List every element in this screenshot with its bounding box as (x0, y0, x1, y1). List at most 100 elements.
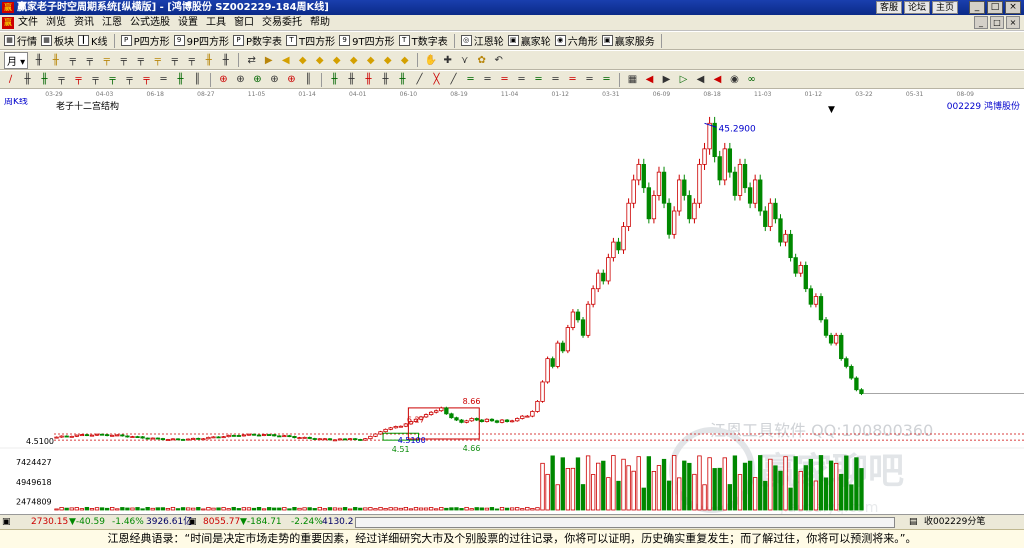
kline-chart[interactable]: 江恩工具软件 QQ:100800360赢家聊吧jiaoba.yq.com周K线老… (0, 98, 1024, 514)
draw-tool-icon[interactable]: ✋ (424, 54, 437, 67)
analysis-tool-icon[interactable]: ◉ (728, 73, 741, 86)
analysis-tool-icon[interactable]: ═ (566, 73, 579, 86)
analysis-tool-icon[interactable]: ∕ (4, 73, 17, 86)
draw-tool-icon[interactable]: ◆ (347, 54, 360, 67)
draw-tool-icon[interactable]: ╤ (83, 54, 96, 67)
forum-link[interactable]: 论坛 (903, 1, 930, 14)
menu-item-5[interactable]: 设置 (178, 15, 198, 31)
close-button[interactable]: × (1005, 1, 1021, 14)
toolbar-button-9[interactable]: ◎ 江恩轮 (460, 33, 504, 48)
menu-item-7[interactable]: 窗口 (234, 15, 254, 31)
menu-item-4[interactable]: 公式选股 (130, 15, 170, 31)
analysis-tool-icon[interactable]: ═ (515, 73, 528, 86)
draw-tool-icon[interactable]: ▶ (262, 54, 275, 67)
menu-item-9[interactable]: 帮助 (310, 15, 330, 31)
analysis-tool-icon[interactable]: ╤ (106, 73, 119, 86)
analysis-tool-icon[interactable]: ⊕ (234, 73, 247, 86)
service-link[interactable]: 客服 (875, 1, 902, 14)
draw-tool-icon[interactable]: ╫ (32, 54, 45, 67)
menu-item-3[interactable]: 江恩 (102, 15, 122, 31)
analysis-tool-icon[interactable]: ╫ (362, 73, 375, 86)
analysis-tool-icon[interactable]: ═ (157, 73, 170, 86)
analysis-tool-icon[interactable]: ╤ (89, 73, 102, 86)
analysis-tool-icon[interactable]: ⊕ (268, 73, 281, 86)
analysis-tool-icon[interactable]: ═ (532, 73, 545, 86)
toolbar-button-8[interactable]: T T数字表 (398, 33, 448, 48)
draw-tool-icon[interactable]: ╫ (202, 54, 215, 67)
draw-tool-icon[interactable]: ◆ (330, 54, 343, 67)
draw-tool-icon[interactable]: ╤ (117, 54, 130, 67)
draw-tool-icon[interactable]: ╤ (151, 54, 164, 67)
draw-tool-icon[interactable]: ⋎ (458, 54, 471, 67)
analysis-tool-icon[interactable]: ╤ (72, 73, 85, 86)
toolbar-button-4[interactable]: 9 9P四方形 (173, 33, 229, 48)
home-link[interactable]: 主页 (931, 1, 958, 14)
toolbar-button-11[interactable]: ◉ 六角形 (554, 33, 598, 48)
analysis-tool-icon[interactable]: ║ (302, 73, 315, 86)
draw-tool-icon[interactable]: ✚ (441, 54, 454, 67)
child-minimize-button[interactable]: _ (974, 16, 988, 29)
draw-tool-icon[interactable]: ◆ (381, 54, 394, 67)
analysis-tool-icon[interactable]: ╤ (55, 73, 68, 86)
draw-tool-icon[interactable]: ◆ (398, 54, 411, 67)
analysis-tool-icon[interactable]: ⊕ (217, 73, 230, 86)
period-selector[interactable]: 月 ▾ (4, 51, 29, 69)
analysis-tool-icon[interactable]: ╱ (413, 73, 426, 86)
analysis-tool-icon[interactable]: ∞ (745, 73, 758, 86)
analysis-tool-icon[interactable]: ╫ (396, 73, 409, 86)
minimize-button[interactable]: _ (969, 1, 985, 14)
menu-item-6[interactable]: 工具 (206, 15, 226, 31)
analysis-tool-icon[interactable]: ▦ (626, 73, 639, 86)
toolbar-button-7[interactable]: 9 9T四方形 (339, 33, 395, 48)
analysis-tool-icon[interactable]: ═ (464, 73, 477, 86)
analysis-tool-icon[interactable]: ═ (549, 73, 562, 86)
toolbar-button-3[interactable]: P P四方形 (120, 33, 170, 48)
chart-area[interactable]: 江恩工具软件 QQ:100800360赢家聊吧jiaoba.yq.com周K线老… (0, 98, 1024, 514)
menu-item-0[interactable]: 文件 (18, 15, 38, 31)
analysis-tool-icon[interactable]: ║ (191, 73, 204, 86)
draw-tool-icon[interactable]: ╤ (134, 54, 147, 67)
analysis-tool-icon[interactable]: ╳ (430, 73, 443, 86)
draw-tool-icon[interactable]: ↶ (492, 54, 505, 67)
draw-tool-icon[interactable]: ╤ (168, 54, 181, 67)
toolbar-button-2[interactable]: ┃ K线 (78, 33, 108, 48)
tick-detail-label[interactable]: 收002229分笔 (924, 515, 985, 529)
analysis-tool-icon[interactable]: ◀ (711, 73, 724, 86)
analysis-tool-icon[interactable]: ╫ (345, 73, 358, 86)
draw-tool-icon[interactable]: ╤ (66, 54, 79, 67)
draw-tool-icon[interactable]: ╤ (100, 54, 113, 67)
analysis-tool-icon[interactable]: ╫ (379, 73, 392, 86)
menu-item-2[interactable]: 资讯 (74, 15, 94, 31)
draw-tool-icon[interactable]: ◆ (364, 54, 377, 67)
draw-tool-icon[interactable]: ◀ (279, 54, 292, 67)
draw-tool-icon[interactable]: ◆ (296, 54, 309, 67)
toolbar-button-5[interactable]: P P数字表 (233, 33, 282, 48)
analysis-tool-icon[interactable]: ═ (583, 73, 596, 86)
analysis-tool-icon[interactable]: ═ (481, 73, 494, 86)
analysis-tool-icon[interactable]: ◀ (643, 73, 656, 86)
analysis-tool-icon[interactable]: ╫ (21, 73, 34, 86)
analysis-tool-icon[interactable]: ◀ (694, 73, 707, 86)
analysis-tool-icon[interactable]: ▶ (660, 73, 673, 86)
analysis-tool-icon[interactable]: ╫ (328, 73, 341, 86)
child-close-button[interactable]: × (1006, 16, 1020, 29)
draw-tool-icon[interactable]: ◆ (313, 54, 326, 67)
analysis-tool-icon[interactable]: ╫ (38, 73, 51, 86)
toolbar-button-6[interactable]: T T四方形 (286, 33, 335, 48)
maximize-button[interactable]: □ (987, 1, 1003, 14)
analysis-tool-icon[interactable]: ╤ (140, 73, 153, 86)
analysis-tool-icon[interactable]: ⊕ (285, 73, 298, 86)
draw-tool-icon[interactable]: ╤ (185, 54, 198, 67)
toolbar-button-12[interactable]: ▣ 赢家服务 (601, 33, 655, 48)
draw-tool-icon[interactable]: ╫ (219, 54, 232, 67)
menu-item-8[interactable]: 交易委托 (262, 15, 302, 31)
analysis-tool-icon[interactable]: ▷ (677, 73, 690, 86)
toolbar-button-1[interactable]: ▦ 板块 (41, 33, 74, 48)
horizontal-scrollbar[interactable] (355, 517, 895, 528)
analysis-tool-icon[interactable]: ╫ (174, 73, 187, 86)
analysis-tool-icon[interactable]: ╤ (123, 73, 136, 86)
analysis-tool-icon[interactable]: ═ (600, 73, 613, 86)
draw-tool-icon[interactable]: ✿ (475, 54, 488, 67)
analysis-tool-icon[interactable]: ═ (498, 73, 511, 86)
toolbar-button-10[interactable]: ▣ 赢家轮 (507, 33, 551, 48)
